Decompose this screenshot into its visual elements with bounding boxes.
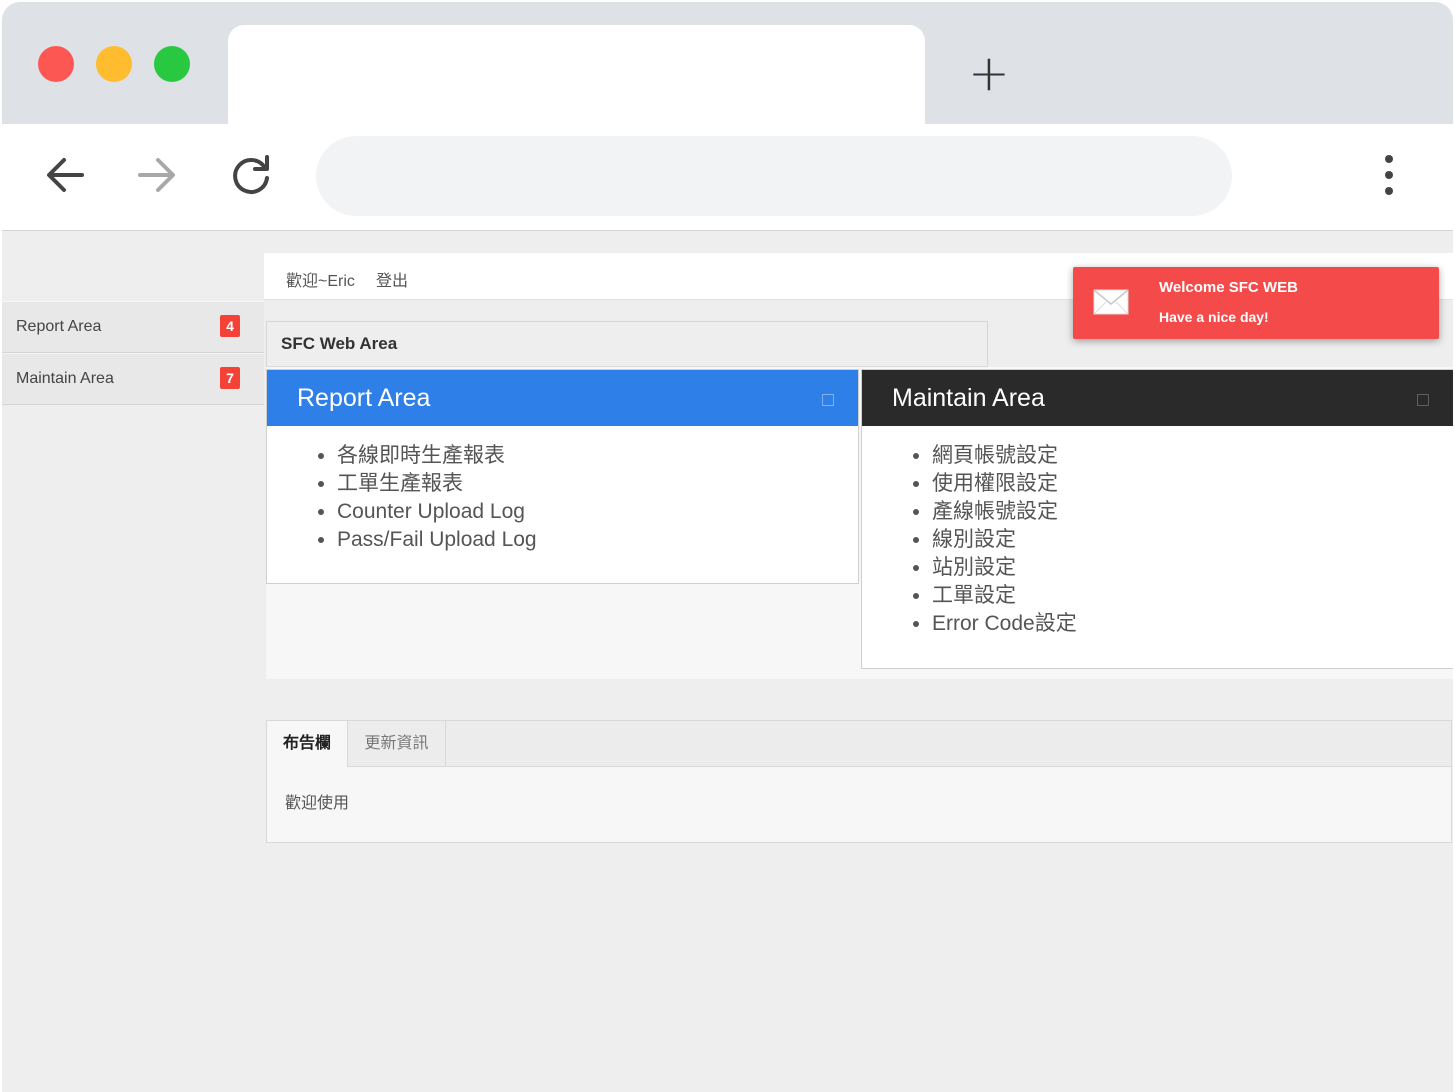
maintain-area-panel: Maintain Area 網頁帳號設定 使用權限設定 產線帳號設定 線別設定 …	[861, 369, 1453, 669]
sidebar-item-label: Report Area	[16, 318, 102, 335]
count-badge: 7	[220, 367, 240, 389]
envelope-icon	[1093, 289, 1129, 315]
forward-arrow-icon[interactable]	[134, 152, 180, 198]
tab-content-text: 歡迎使用	[285, 795, 350, 812]
bulletin-tabs: 布告欄 更新資訊 歡迎使用	[266, 720, 1452, 843]
panel-header: Report Area	[267, 370, 858, 426]
window-maximize-button[interactable]	[154, 46, 190, 82]
report-link-counter-upload-log[interactable]: Counter Upload Log	[337, 498, 537, 526]
tab-bulletin[interactable]: 布告欄	[267, 721, 348, 767]
maintain-link-list: 網頁帳號設定 使用權限設定 產線帳號設定 線別設定 站別設定 工單設定 Erro…	[862, 442, 1077, 638]
sidebar-item-maintain-area[interactable]: Maintain Area 7	[2, 353, 264, 405]
section-header: SFC Web Area	[266, 321, 988, 368]
maintain-link-error-code[interactable]: Error Code設定	[932, 610, 1077, 638]
report-link-pass-fail-upload-log[interactable]: Pass/Fail Upload Log	[337, 526, 537, 554]
panel-title: Maintain Area	[892, 384, 1045, 412]
tab-strip: 布告欄 更新資訊	[267, 721, 1451, 767]
minimize-icon[interactable]	[822, 394, 834, 406]
panel-title: Report Area	[297, 384, 431, 412]
maintain-link-line-account[interactable]: 產線帳號設定	[932, 498, 1077, 526]
maintain-link-workorder-settings[interactable]: 工單設定	[932, 582, 1077, 610]
maintain-link-line-settings[interactable]: 線別設定	[932, 526, 1077, 554]
sidebar-item-label: Maintain Area	[16, 370, 114, 387]
report-area-panel: Report Area 各線即時生產報表 工單生產報表 Counter Uplo…	[266, 369, 859, 584]
report-link-line-realtime[interactable]: 各線即時生產報表	[337, 442, 537, 470]
page-viewport: Report Area 4 Maintain Area 7 歡迎~Eric 登出…	[2, 231, 1453, 1092]
minimize-icon[interactable]	[1417, 394, 1429, 406]
reload-icon[interactable]	[228, 152, 274, 198]
back-arrow-icon[interactable]	[42, 152, 88, 198]
welcome-text: 歡迎~Eric	[286, 273, 355, 290]
tab-updates[interactable]: 更新資訊	[348, 721, 446, 766]
sidebar: Report Area 4 Maintain Area 7	[2, 231, 264, 1092]
maintain-link-permissions[interactable]: 使用權限設定	[932, 470, 1077, 498]
welcome-toast[interactable]: Welcome SFC WEB Have a nice day!	[1073, 267, 1439, 339]
menu-kebab-icon[interactable]	[1374, 150, 1404, 200]
count-badge: 4	[220, 315, 240, 337]
toast-message: Have a nice day!	[1159, 309, 1269, 325]
report-link-list: 各線即時生產報表 工單生產報表 Counter Upload Log Pass/…	[267, 442, 537, 554]
window-close-button[interactable]	[38, 46, 74, 82]
new-tab-button[interactable]: +	[966, 48, 1012, 98]
report-link-workorder[interactable]: 工單生產報表	[337, 470, 537, 498]
sidebar-item-report-area[interactable]: Report Area 4	[2, 301, 264, 353]
logout-link[interactable]: 登出	[376, 267, 408, 291]
section-title: SFC Web Area	[281, 334, 398, 353]
maintain-link-web-account[interactable]: 網頁帳號設定	[932, 442, 1077, 470]
browser-tab[interactable]	[228, 25, 925, 124]
panel-header: Maintain Area	[862, 370, 1453, 426]
maintain-link-station-settings[interactable]: 站別設定	[932, 554, 1077, 582]
toast-title: Welcome SFC WEB	[1159, 279, 1298, 296]
address-bar[interactable]	[316, 136, 1232, 216]
window-minimize-button[interactable]	[96, 46, 132, 82]
